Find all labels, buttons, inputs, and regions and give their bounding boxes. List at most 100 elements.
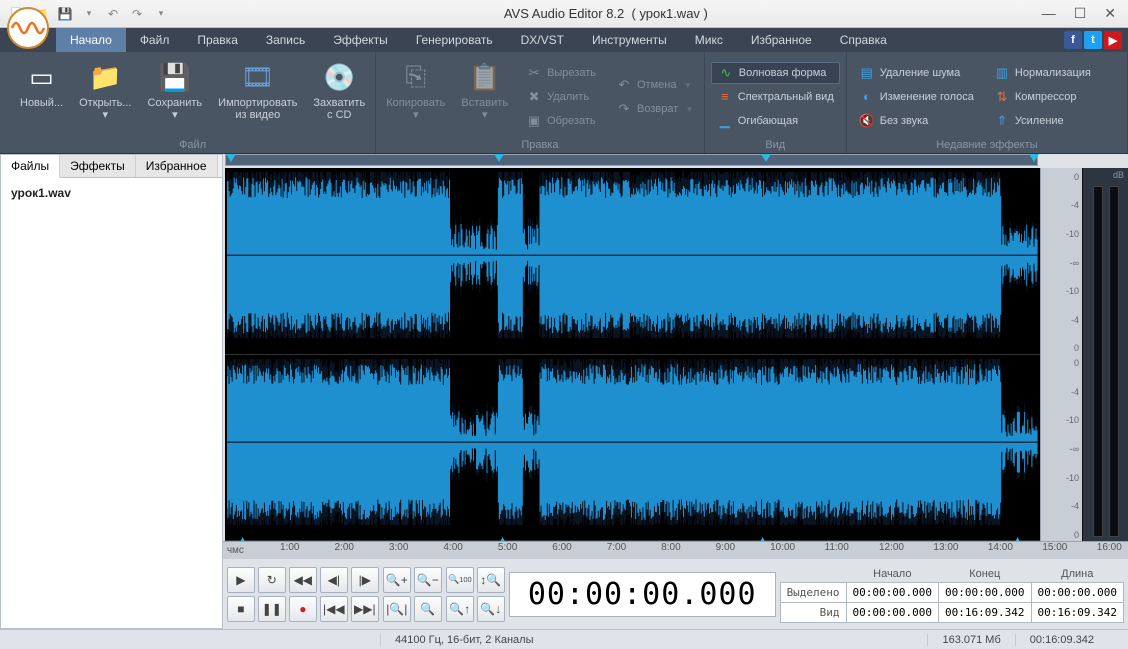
cut-button[interactable]: ✂Вырезать	[520, 62, 602, 84]
zoom-out-button[interactable]: 🔍−	[414, 567, 442, 593]
waveform-icon: ∿	[718, 65, 734, 81]
status-duration: 00:16:09.342	[1015, 634, 1108, 646]
vzoom-in-button[interactable]: 🔍↑	[446, 596, 474, 622]
tab-start[interactable]: Начало	[56, 28, 126, 52]
delete-icon: ✖	[526, 89, 542, 105]
envelope-view-button[interactable]: ▁Огибающая	[711, 110, 840, 132]
tab-help[interactable]: Справка	[826, 28, 901, 52]
redo-arrow-icon: ↷	[616, 101, 632, 117]
undo-icon[interactable]: ↶	[104, 5, 122, 23]
sidebar-tab-files[interactable]: Файлы	[1, 155, 60, 178]
noise-removal-button[interactable]: ▤Удаление шума	[853, 62, 980, 84]
zoom-full-button[interactable]: 🔍	[414, 596, 442, 622]
time-ruler[interactable]: чмс 1:002:003:004:005:006:007:008:009:00…	[223, 541, 1128, 559]
close-button[interactable]: ✕	[1104, 5, 1116, 22]
tab-record[interactable]: Запись	[252, 28, 319, 52]
ribbon-group-file: ▭Новый... 📁Открыть...▾ 💾Сохранить▾ 🎞Импо…	[0, 52, 376, 153]
facebook-icon[interactable]: f	[1064, 31, 1082, 49]
tab-tools[interactable]: Инструменты	[578, 28, 681, 52]
sidebar: Файлы Эффекты Избранное урок1.wav	[0, 154, 223, 629]
qat-more-icon[interactable]: ▾	[152, 5, 170, 23]
file-list-item[interactable]: урок1.wav	[7, 184, 216, 202]
paste-button[interactable]: 📋Вставить▾	[457, 56, 512, 137]
cd-icon: 💿	[322, 60, 356, 94]
play-button[interactable]: ▶	[227, 567, 255, 593]
zoom-in-button[interactable]: 🔍+	[383, 567, 411, 593]
qat-dropdown-icon[interactable]: ▾	[80, 5, 98, 23]
transport-panel: ▶ ↻ ◀◀ ◀| |▶ ■ ❚❚ ● |◀◀ ▶▶| 🔍+ 🔍− |🔍| 🔍 …	[223, 559, 1128, 629]
compress-icon: ⇅	[994, 89, 1010, 105]
tab-mix[interactable]: Микс	[681, 28, 737, 52]
group-title-fx: Недавние эффекты	[853, 137, 1121, 153]
stop-button[interactable]: ■	[227, 596, 255, 622]
tab-edit[interactable]: Правка	[183, 28, 252, 52]
overview-bar[interactable]	[225, 154, 1038, 166]
ribbon: ▭Новый... 📁Открыть...▾ 💾Сохранить▾ 🎞Импо…	[0, 52, 1128, 154]
tab-dxvst[interactable]: DX/VST	[507, 28, 578, 52]
group-title-edit: Правка	[382, 137, 698, 153]
redo-button[interactable]: ↷Возврат	[610, 98, 698, 120]
app-logo	[4, 4, 52, 52]
pause-button[interactable]: ❚❚	[258, 596, 286, 622]
grab-cd-button[interactable]: 💿Захватить с CD	[309, 56, 369, 137]
mute-button[interactable]: 🔇Без звука	[853, 110, 980, 132]
amplify-button[interactable]: ⇑Усиление	[988, 110, 1097, 132]
ribbon-tabs: Начало Файл Правка Запись Эффекты Генери…	[0, 28, 1128, 52]
document-icon: ▭	[25, 60, 59, 94]
save-icon[interactable]: 💾	[56, 5, 74, 23]
tab-effects[interactable]: Эффекты	[319, 28, 402, 52]
new-button[interactable]: ▭Новый...	[16, 56, 67, 137]
pitch-change-button[interactable]: ◐Изменение голоса	[853, 86, 980, 108]
copy-icon: ⎘	[399, 60, 433, 94]
crop-button[interactable]: ▣Обрезать	[520, 110, 602, 132]
pitch-icon: ◐	[859, 89, 875, 104]
amplify-icon: ⇑	[994, 113, 1010, 129]
save-button[interactable]: 💾Сохранить▾	[144, 56, 207, 137]
tab-file[interactable]: Файл	[126, 28, 184, 52]
sidebar-tab-favorites[interactable]: Избранное	[136, 155, 218, 177]
envelope-icon: ▁	[717, 113, 733, 129]
tab-generate[interactable]: Генерировать	[402, 28, 507, 52]
record-button[interactable]: ●	[289, 596, 317, 622]
maximize-button[interactable]: ☐	[1074, 5, 1087, 22]
compressor-button[interactable]: ⇅Компрессор	[988, 86, 1097, 108]
waveform-display[interactable]	[225, 168, 1040, 541]
folder-icon: 📁	[88, 60, 122, 94]
status-size: 163.071 Мб	[927, 634, 1014, 646]
twitter-icon[interactable]: t	[1084, 31, 1102, 49]
group-title-view: Вид	[711, 137, 840, 153]
minimize-button[interactable]: —	[1042, 5, 1056, 22]
youtube-icon[interactable]: ▶	[1104, 31, 1122, 49]
delete-button[interactable]: ✖Удалить	[520, 86, 602, 108]
level-meter	[1082, 168, 1128, 541]
zoom-reset-button[interactable]: 🔍100	[446, 567, 474, 593]
step-back-button[interactable]: ◀|	[320, 567, 348, 593]
goto-end-button[interactable]: ▶▶|	[351, 596, 379, 622]
step-fwd-button[interactable]: |▶	[351, 567, 379, 593]
rewind-button[interactable]: ◀◀	[289, 567, 317, 593]
tab-favorites[interactable]: Избранное	[737, 28, 826, 52]
spectrum-icon: ≡	[717, 89, 733, 104]
import-video-button[interactable]: 🎞Импортировать из видео	[214, 56, 301, 137]
loop-button[interactable]: ↻	[258, 567, 286, 593]
sidebar-tab-effects[interactable]: Эффекты	[60, 155, 136, 177]
zoom-sel-button[interactable]: |🔍|	[383, 596, 411, 622]
amplitude-scale: 0-4-10-∞-10-400-4-10-∞-10-40	[1040, 168, 1082, 541]
redo-icon[interactable]: ↷	[128, 5, 146, 23]
goto-start-button[interactable]: |◀◀	[320, 596, 348, 622]
scissors-icon: ✂	[526, 65, 542, 81]
film-icon: 🎞	[241, 60, 275, 94]
vzoom-fit-button[interactable]: ↕🔍	[477, 567, 505, 593]
copy-button[interactable]: ⎘Копировать▾	[382, 56, 449, 137]
waveform-view-button[interactable]: ∿Волновая форма	[711, 62, 840, 84]
ribbon-group-view: ∿Волновая форма ≡Спектральный вид ▁Огиба…	[705, 52, 847, 153]
open-button[interactable]: 📁Открыть...▾	[75, 56, 135, 137]
spectral-view-button[interactable]: ≡Спектральный вид	[711, 86, 840, 108]
normalize-button[interactable]: ▥Нормализация	[988, 62, 1097, 84]
undo-arrow-icon: ↶	[616, 77, 632, 93]
undo-button[interactable]: ↶Отмена	[610, 74, 698, 96]
timecode-display: 00:00:00.000	[509, 572, 776, 617]
window-title: AVS Audio Editor 8.2 ( урок1.wav )	[170, 6, 1042, 21]
vzoom-out-button[interactable]: 🔍↓	[477, 596, 505, 622]
editor-area: 0-4-10-∞-10-400-4-10-∞-10-40 чмс 1:002:0…	[223, 154, 1128, 629]
